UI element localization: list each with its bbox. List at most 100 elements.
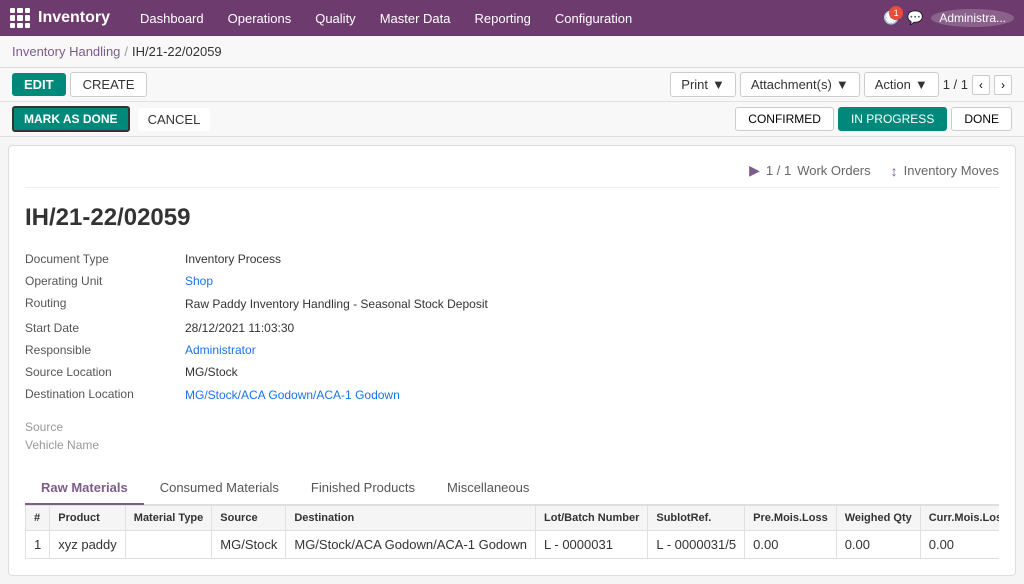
col-product[interactable]: Product xyxy=(50,505,126,530)
status-bar: MARK AS DONE CANCEL CONFIRMED IN PROGRES… xyxy=(0,102,1024,137)
field-document-type: Document Type Inventory Process xyxy=(25,248,999,270)
tab-miscellaneous[interactable]: Miscellaneous xyxy=(431,472,545,505)
nav-operations[interactable]: Operations xyxy=(218,7,302,30)
cell-sublot: L - 0000031/5 xyxy=(648,530,745,558)
col-pre-mois[interactable]: Pre.Mois.Loss xyxy=(745,505,837,530)
field-document-type-label: Document Type xyxy=(25,252,185,266)
work-orders-count: 1 / 1 xyxy=(766,163,791,178)
field-responsible-label: Responsible xyxy=(25,343,185,357)
form-title: IH/21-22/02059 xyxy=(25,204,999,232)
action-label: Action xyxy=(875,77,911,92)
field-operating-unit: Operating Unit Shop xyxy=(25,270,999,292)
col-sublot[interactable]: SublotRef. xyxy=(648,505,745,530)
nav-reporting[interactable]: Reporting xyxy=(465,7,541,30)
prev-button[interactable]: ‹ xyxy=(972,75,990,95)
breadcrumb-separator: / xyxy=(124,44,128,59)
nav-quality[interactable]: Quality xyxy=(305,7,365,30)
work-orders-stat[interactable]: ▶ 1 / 1 Work Orders xyxy=(749,162,871,179)
edit-button[interactable]: EDIT xyxy=(12,73,66,96)
cell-curr-mois: 0.00 xyxy=(920,530,999,558)
attachment-button[interactable]: Attachment(s) ▼ xyxy=(740,72,860,97)
field-operating-unit-value[interactable]: Shop xyxy=(185,274,213,288)
table-header-row: # Product Material Type Source Destinati… xyxy=(26,505,1000,530)
top-right-icons: 🕐 1 💬 Administra... xyxy=(883,9,1014,27)
inventory-moves-label: Inventory Moves xyxy=(904,163,999,178)
tab-raw-materials[interactable]: Raw Materials xyxy=(25,472,144,505)
next-button[interactable]: › xyxy=(994,75,1012,95)
table-row: 1 xyz paddy MG/Stock MG/Stock/ACA Godown… xyxy=(26,530,1000,558)
brand-name: Inventory xyxy=(38,9,110,27)
cell-pre-mois: 0.00 xyxy=(745,530,837,558)
nav-master-data[interactable]: Master Data xyxy=(370,7,461,30)
raw-materials-table: # Product Material Type Source Destinati… xyxy=(25,505,999,559)
col-source[interactable]: Source xyxy=(212,505,286,530)
pagination: 1 / 1 ‹ › xyxy=(943,75,1012,95)
status-in-progress[interactable]: IN PROGRESS xyxy=(838,107,947,131)
field-routing: Routing Raw Paddy Inventory Handling - S… xyxy=(25,292,999,317)
field-source-location: Source Location MG/Stock xyxy=(25,361,999,383)
col-weighed-qty[interactable]: Weighed Qty xyxy=(836,505,920,530)
main-content: ▶ 1 / 1 Work Orders ↕ Inventory Moves IH… xyxy=(8,145,1016,576)
field-destination-location-value[interactable]: MG/Stock/ACA Godown/ACA-1 Godown xyxy=(185,387,400,404)
field-start-date-value: 28/12/2021 11:03:30 xyxy=(185,321,294,335)
field-document-type-value: Inventory Process xyxy=(185,252,281,266)
cell-weighed-qty: 0.00 xyxy=(836,530,920,558)
source-label: Source xyxy=(25,420,999,434)
cell-lot-batch: L - 0000031 xyxy=(536,530,648,558)
field-start-date-label: Start Date xyxy=(25,321,185,335)
quick-stats: ▶ 1 / 1 Work Orders ↕ Inventory Moves xyxy=(25,162,999,188)
status-confirmed[interactable]: CONFIRMED xyxy=(735,107,834,131)
breadcrumb: Inventory Handling / IH/21-22/02059 xyxy=(12,44,222,59)
field-destination-location: Destination Location MG/Stock/ACA Godown… xyxy=(25,383,999,408)
action-button[interactable]: Action ▼ xyxy=(864,72,939,97)
notification-badge: 1 xyxy=(889,6,903,20)
work-orders-icon: ▶ xyxy=(749,162,760,179)
form-extra: Source Vehicle Name xyxy=(25,420,999,452)
tab-finished-products[interactable]: Finished Products xyxy=(295,472,431,505)
col-curr-mois[interactable]: Curr.Mois.Loss xyxy=(920,505,999,530)
field-source-location-label: Source Location xyxy=(25,365,185,379)
create-button[interactable]: CREATE xyxy=(70,72,148,97)
cell-product[interactable]: xyz paddy xyxy=(50,530,126,558)
field-routing-value: Raw Paddy Inventory Handling - Seasonal … xyxy=(185,296,488,313)
notification-icon[interactable]: 🕐 1 xyxy=(883,10,899,26)
breadcrumb-bar: Inventory Handling / IH/21-22/02059 xyxy=(0,36,1024,68)
nav-dashboard[interactable]: Dashboard xyxy=(130,7,214,30)
form-fields: Document Type Inventory Process Operatin… xyxy=(25,248,999,408)
field-source-location-value: MG/Stock xyxy=(185,365,238,379)
cell-source: MG/Stock xyxy=(212,530,286,558)
mark-as-done-button[interactable]: MARK AS DONE xyxy=(12,106,130,132)
col-destination[interactable]: Destination xyxy=(286,505,536,530)
materials-table: # Product Material Type Source Destinati… xyxy=(25,505,999,559)
col-material-type[interactable]: Material Type xyxy=(125,505,212,530)
field-operating-unit-label: Operating Unit xyxy=(25,274,185,288)
field-start-date: Start Date 28/12/2021 11:03:30 xyxy=(25,317,999,339)
nav-configuration[interactable]: Configuration xyxy=(545,7,642,30)
status-done[interactable]: DONE xyxy=(951,107,1012,131)
action-toolbar: EDIT CREATE Print ▼ Attachment(s) ▼ Acti… xyxy=(0,68,1024,102)
inventory-moves-stat[interactable]: ↕ Inventory Moves xyxy=(891,162,999,179)
work-orders-label: Work Orders xyxy=(797,163,870,178)
status-buttons: CONFIRMED IN PROGRESS DONE xyxy=(735,107,1012,131)
user-menu[interactable]: Administra... xyxy=(931,9,1014,27)
field-destination-location-label: Destination Location xyxy=(25,387,185,401)
print-dropdown-icon: ▼ xyxy=(712,77,725,92)
top-navigation: Inventory Dashboard Operations Quality M… xyxy=(0,0,1024,36)
col-lot-batch[interactable]: Lot/Batch Number xyxy=(536,505,648,530)
field-routing-label: Routing xyxy=(25,296,185,310)
attachment-dropdown-icon: ▼ xyxy=(836,77,849,92)
print-label: Print xyxy=(681,77,708,92)
tab-consumed-materials[interactable]: Consumed Materials xyxy=(144,472,295,505)
field-responsible: Responsible Administrator xyxy=(25,339,999,361)
cell-destination: MG/Stock/ACA Godown/ACA-1 Godown xyxy=(286,530,536,558)
field-responsible-value[interactable]: Administrator xyxy=(185,343,256,357)
inventory-moves-icon: ↕ xyxy=(891,163,898,179)
action-dropdown-icon: ▼ xyxy=(915,77,928,92)
print-button[interactable]: Print ▼ xyxy=(670,72,736,97)
app-grid-icon[interactable] xyxy=(10,8,30,28)
breadcrumb-parent[interactable]: Inventory Handling xyxy=(12,44,120,59)
cell-material-type xyxy=(125,530,212,558)
cancel-button[interactable]: CANCEL xyxy=(138,108,211,131)
vehicle-label: Vehicle Name xyxy=(25,438,999,452)
chat-icon[interactable]: 💬 xyxy=(907,10,923,26)
